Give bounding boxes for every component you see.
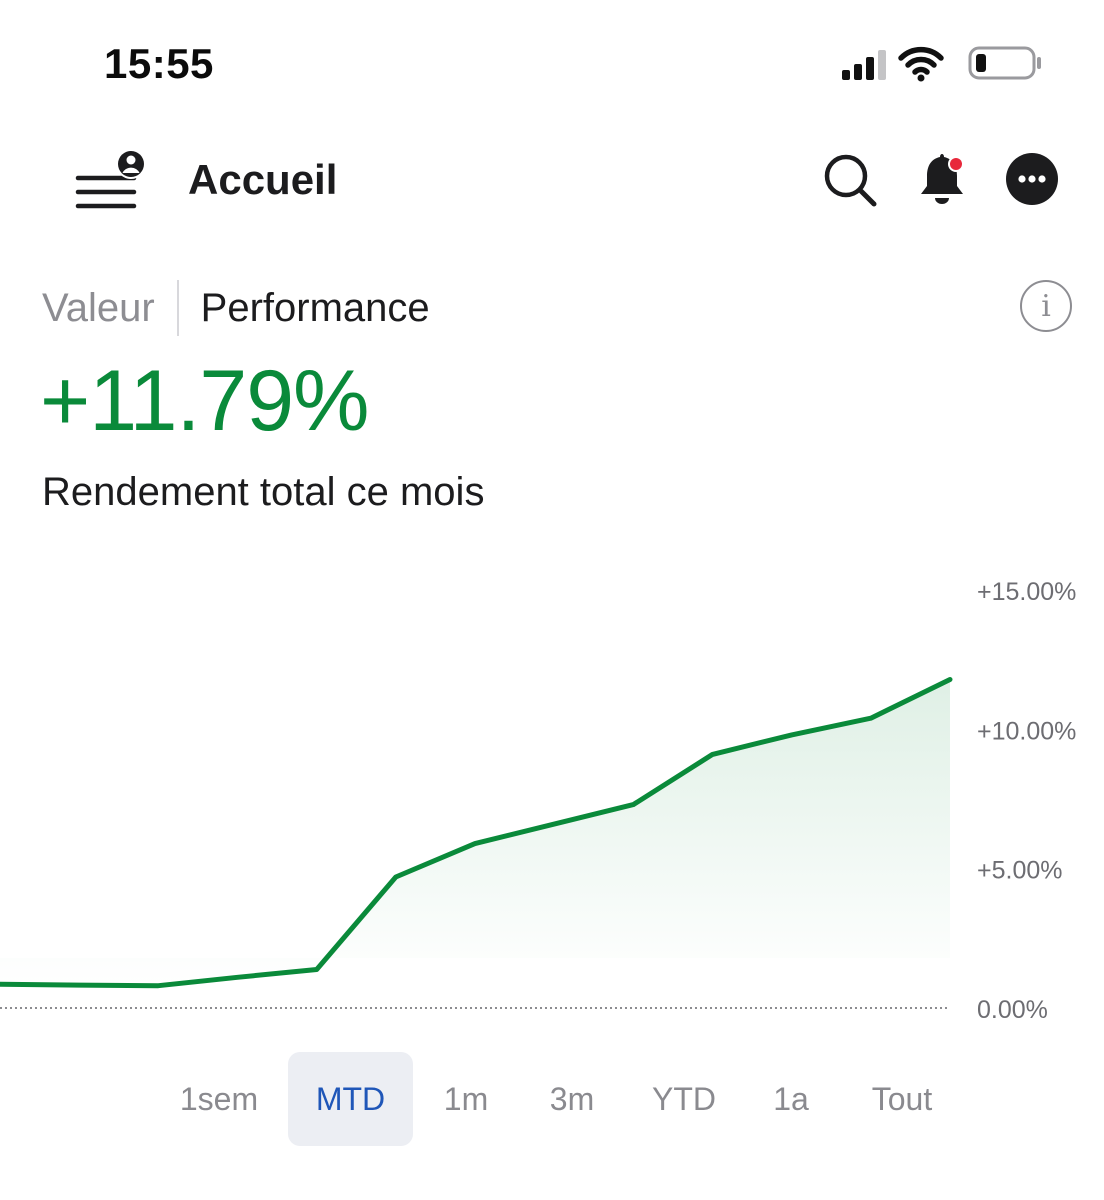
chart-area-fill: [0, 679, 950, 986]
range-tout[interactable]: Tout: [852, 1052, 952, 1146]
y-tick-label: +5.00%: [977, 857, 1063, 885]
range-selector: 1sem MTD 1m 3m YTD 1a Tout: [0, 1052, 1104, 1146]
range-1a[interactable]: 1a: [752, 1052, 830, 1146]
status-time: 15:55: [104, 40, 214, 87]
range-1sem[interactable]: 1sem: [165, 1052, 273, 1146]
more-button[interactable]: [1002, 150, 1062, 210]
toggle-valeur[interactable]: Valeur: [42, 286, 155, 331]
view-toggle: Valeur Performance: [42, 280, 430, 336]
bell-icon: [921, 154, 964, 204]
performance-caption: Rendement total ce mois: [42, 470, 485, 514]
notification-dot: [950, 158, 962, 170]
menu-profile-button[interactable]: [74, 149, 150, 212]
y-tick-label: +10.00%: [977, 717, 1076, 745]
info-button[interactable]: i: [1020, 280, 1072, 332]
range-3m[interactable]: 3m: [528, 1052, 616, 1146]
page-title: Accueil: [188, 156, 338, 203]
notifications-button[interactable]: [912, 150, 972, 210]
toggle-divider: [176, 280, 179, 336]
cellular-signal-icon: [842, 50, 886, 80]
toggle-performance[interactable]: Performance: [201, 286, 430, 331]
y-tick-label: 0.00%: [977, 996, 1048, 1024]
info-icon: i: [1041, 288, 1051, 324]
home-screen: 15:55 Accueil Valeur Performance i +11.7…: [0, 0, 1104, 1200]
performance-value: +11.79%: [40, 353, 370, 449]
range-1m[interactable]: 1m: [422, 1052, 510, 1146]
range-mtd[interactable]: MTD: [288, 1052, 413, 1146]
range-ytd[interactable]: YTD: [638, 1052, 730, 1146]
battery-icon: [968, 46, 1041, 80]
search-icon: [824, 154, 877, 207]
y-tick-label: +15.00%: [977, 578, 1076, 606]
search-button[interactable]: [820, 150, 880, 210]
performance-chart[interactable]: +15.00% +10.00% +5.00% 0.00%: [0, 560, 1104, 1030]
wifi-icon: [898, 46, 944, 82]
menu-profile-icon: [75, 149, 146, 209]
more-icon: [1006, 153, 1058, 205]
